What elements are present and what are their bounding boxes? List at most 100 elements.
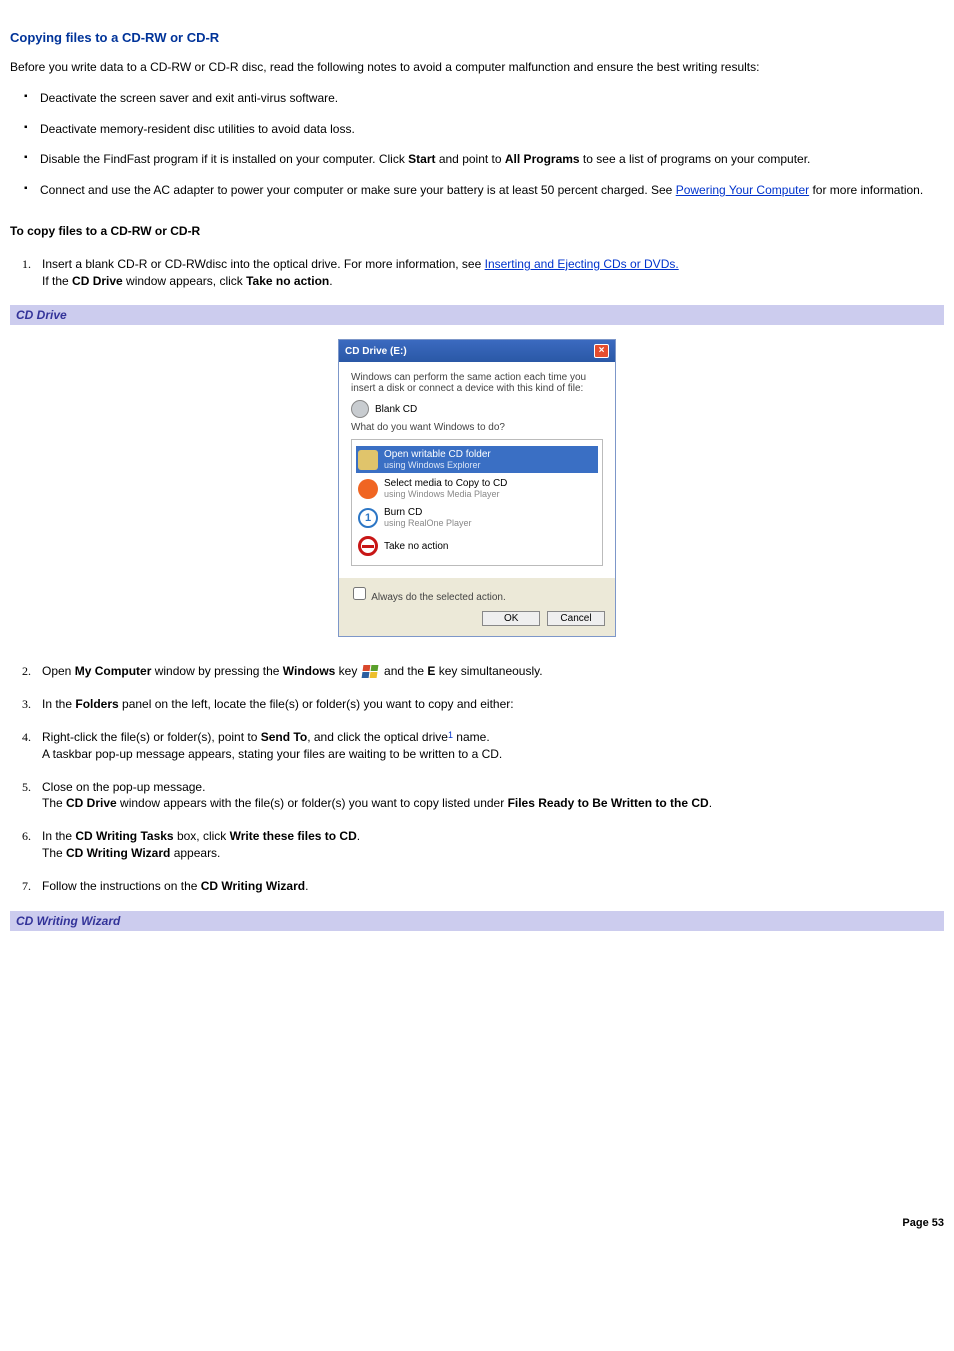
always-checkbox-row[interactable]: Always do the selected action. <box>349 584 605 603</box>
text-run: , and click the optical drive <box>307 730 448 744</box>
dialog-screenshot: CD Drive (E:) × Windows can perform the … <box>10 339 944 637</box>
list-item: 6. In the CD Writing Tasks box, click Wr… <box>10 828 944 862</box>
text-run: window appears with the file(s) or folde… <box>117 796 508 810</box>
autoplay-dialog: CD Drive (E:) × Windows can perform the … <box>338 339 616 637</box>
always-checkbox[interactable] <box>353 587 366 600</box>
text-run: window by pressing the <box>151 664 282 678</box>
text-run: If the <box>42 274 72 288</box>
text-run: box, click <box>174 829 230 843</box>
text-bold: Send To <box>261 730 307 744</box>
list-item: Deactivate the screen saver and exit ant… <box>10 90 944 107</box>
intro-paragraph: Before you write data to a CD-RW or CD-R… <box>10 59 944 76</box>
list-item: Disable the FindFast program if it is in… <box>10 151 944 168</box>
list-item: 7. Follow the instructions on the CD Wri… <box>10 878 944 895</box>
step-number: 1. <box>22 256 31 273</box>
dialog-titlebar: CD Drive (E:) × <box>339 340 615 362</box>
text-run: The <box>42 796 66 810</box>
text-run: key simultaneously. <box>435 664 542 678</box>
text-bold: Folders <box>75 697 118 711</box>
dialog-media-type: Blank CD <box>375 404 417 415</box>
option-copy-media[interactable]: Select media to Copy to CDusing Windows … <box>356 475 598 502</box>
text-bold: Files Ready to Be Written to the CD <box>508 796 709 810</box>
text-bold: All Programs <box>505 152 580 166</box>
text-run: In the <box>42 697 75 711</box>
cd-icon <box>351 400 369 418</box>
dialog-prompt: What do you want Windows to do? <box>351 422 603 433</box>
always-label: Always do the selected action. <box>371 592 506 603</box>
step-number: 2. <box>22 663 31 680</box>
list-item: 3. In the Folders panel on the left, loc… <box>10 696 944 713</box>
list-item-text: Deactivate memory-resident disc utilitie… <box>40 122 355 136</box>
text-run: panel on the left, locate the file(s) or… <box>119 697 514 711</box>
option-subtitle: using Windows Media Player <box>384 489 507 499</box>
option-subtitle: using RealOne Player <box>384 518 472 528</box>
windows-logo-icon <box>363 665 379 679</box>
text-run: . <box>357 829 360 843</box>
text-run: Close on the pop-up message. <box>42 780 205 794</box>
text-bold: Take no action <box>246 274 329 288</box>
list-item: Deactivate memory-resident disc utilitie… <box>10 121 944 138</box>
option-open-writable[interactable]: Open writable CD folderusing Windows Exp… <box>356 446 598 473</box>
list-item: Connect and use the AC adapter to power … <box>10 182 944 199</box>
caption-cd-writing-wizard: CD Writing Wizard <box>10 911 944 931</box>
text-run: key <box>335 664 360 678</box>
text-run: for more information. <box>809 183 923 197</box>
option-subtitle: using Windows Explorer <box>384 460 491 470</box>
text-bold: My Computer <box>75 664 152 678</box>
option-no-action[interactable]: Take no action <box>356 533 598 559</box>
realone-icon: 1 <box>358 508 378 528</box>
step-number: 5. <box>22 779 31 796</box>
text-bold: CD Drive <box>72 274 123 288</box>
notes-list: Deactivate the screen saver and exit ant… <box>10 90 944 199</box>
page-title: Copying files to a CD-RW or CD-R <box>10 30 944 45</box>
text-bold: CD Writing Wizard <box>201 879 305 893</box>
text-run: . <box>709 796 712 810</box>
ok-button[interactable]: OK <box>482 611 540 626</box>
text-run: and the <box>381 664 428 678</box>
step-number: 3. <box>22 696 31 713</box>
list-item: 1. Insert a blank CD-R or CD-RWdisc into… <box>10 256 944 290</box>
cancel-button[interactable]: Cancel <box>547 611 605 626</box>
dialog-description: Windows can perform the same action each… <box>351 372 603 394</box>
dialog-title-text: CD Drive (E:) <box>345 346 407 357</box>
text-run: Connect and use the AC adapter to power … <box>40 183 676 197</box>
text-bold: Write these files to CD <box>230 829 357 843</box>
folder-icon <box>358 450 378 470</box>
text-run: to see a list of programs on your comput… <box>580 152 811 166</box>
options-listbox[interactable]: Open writable CD folderusing Windows Exp… <box>351 439 603 566</box>
option-burn-cd[interactable]: 1 Burn CDusing RealOne Player <box>356 504 598 531</box>
text-bold: CD Drive <box>66 796 117 810</box>
text-run: and point to <box>436 152 505 166</box>
list-item: 4. Right-click the file(s) or folder(s),… <box>10 729 944 763</box>
text-bold: CD Writing Wizard <box>66 846 170 860</box>
text-bold: CD Writing Tasks <box>75 829 173 843</box>
text-run: A taskbar pop-up message appears, statin… <box>42 747 502 761</box>
option-title: Take no action <box>384 541 449 552</box>
text-run: The <box>42 846 66 860</box>
step-number: 7. <box>22 878 31 895</box>
media-player-icon <box>358 479 378 499</box>
steps-list: 1. Insert a blank CD-R or CD-RWdisc into… <box>10 256 944 290</box>
step-number: 6. <box>22 828 31 845</box>
text-run: Disable the FindFast program if it is in… <box>40 152 408 166</box>
link-inserting-ejecting[interactable]: Inserting and Ejecting CDs or DVDs. <box>485 257 679 271</box>
option-title: Select media to Copy to CD <box>384 478 507 489</box>
list-item-text: Deactivate the screen saver and exit ant… <box>40 91 338 105</box>
link-powering-your-computer[interactable]: Powering Your Computer <box>676 183 809 197</box>
caption-cd-drive: CD Drive <box>10 305 944 325</box>
step-number: 4. <box>22 729 31 746</box>
text-run: window appears, click <box>123 274 246 288</box>
page-number: Page 53 <box>10 1217 944 1229</box>
text-run: appears. <box>170 846 220 860</box>
list-item: 2. Open My Computer window by pressing t… <box>10 663 944 680</box>
text-run: In the <box>42 829 75 843</box>
text-run: Right-click the file(s) or folder(s), po… <box>42 730 261 744</box>
text-run: Insert a blank CD-R or CD-RWdisc into th… <box>42 257 485 271</box>
close-icon[interactable]: × <box>594 344 609 358</box>
subheading: To copy files to a CD-RW or CD-R <box>10 223 944 240</box>
steps-list-cont: 2. Open My Computer window by pressing t… <box>10 663 944 894</box>
list-item: 5. Close on the pop-up message. The CD D… <box>10 779 944 813</box>
text-bold: Start <box>408 152 435 166</box>
text-run: name. <box>453 730 490 744</box>
option-title: Burn CD <box>384 507 422 518</box>
